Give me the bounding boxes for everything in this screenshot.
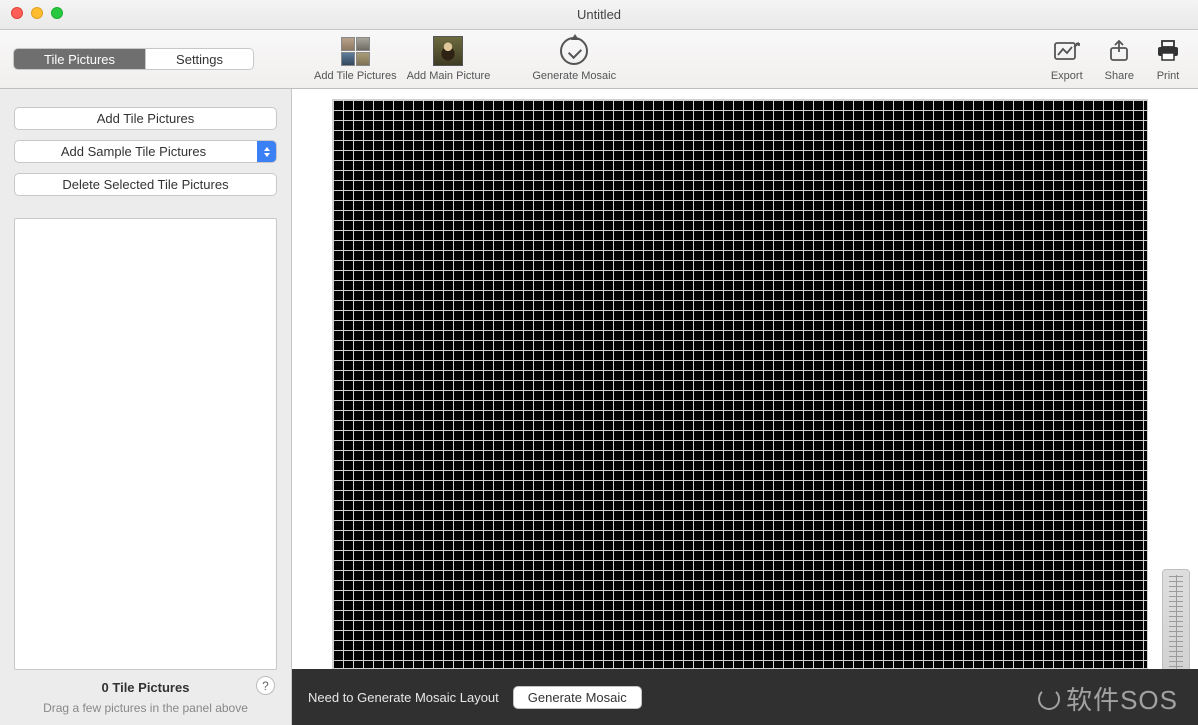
print-button[interactable]: Print bbox=[1156, 36, 1180, 82]
export-icon bbox=[1054, 36, 1080, 66]
generate-icon bbox=[560, 36, 588, 66]
watermark-icon bbox=[1038, 688, 1060, 710]
minimize-window-button[interactable] bbox=[31, 7, 43, 19]
add-main-label: Add Main Picture bbox=[407, 70, 491, 82]
watermark: 软件SOS bbox=[1038, 680, 1178, 717]
sidebar-footer: 0 Tile Pictures Drag a few pictures in t… bbox=[14, 670, 277, 715]
sidebar-add-sample-dropdown[interactable]: Add Sample Tile Pictures bbox=[14, 140, 277, 163]
share-button[interactable]: Share bbox=[1105, 36, 1134, 82]
window-controls bbox=[11, 7, 63, 19]
titlebar: Untitled bbox=[0, 0, 1198, 30]
sidebar-add-tile-button[interactable]: Add Tile Pictures bbox=[14, 107, 277, 130]
export-label: Export bbox=[1051, 70, 1083, 82]
main-area: Add Tile Pictures Add Sample Tile Pictur… bbox=[0, 89, 1198, 725]
bottom-generate-button[interactable]: Generate Mosaic bbox=[513, 686, 642, 709]
toolbar: Tile Pictures Settings Add Tile Pictures… bbox=[0, 30, 1198, 89]
tab-tile-pictures[interactable]: Tile Pictures bbox=[14, 49, 146, 69]
help-button[interactable]: ? bbox=[256, 676, 275, 695]
export-button[interactable]: Export bbox=[1051, 36, 1083, 82]
watermark-text: 软件SOS bbox=[1066, 680, 1178, 717]
sidebar-delete-button[interactable]: Delete Selected Tile Pictures bbox=[14, 173, 277, 196]
tile-thumbs-icon bbox=[341, 36, 370, 66]
add-tile-label: Add Tile Pictures bbox=[314, 70, 397, 82]
canvas-area: Need to Generate Mosaic Layout Generate … bbox=[292, 89, 1198, 725]
printer-icon bbox=[1156, 36, 1180, 66]
generate-label: Generate Mosaic bbox=[532, 70, 616, 82]
add-sample-label: Add Sample Tile Pictures bbox=[61, 144, 206, 159]
dropdown-arrows-icon bbox=[257, 141, 276, 162]
toolbar-right: Export Share Print bbox=[1029, 36, 1180, 82]
share-icon bbox=[1109, 36, 1129, 66]
segmented-control: Tile Pictures Settings bbox=[13, 48, 254, 70]
bottom-bar: Need to Generate Mosaic Layout Generate … bbox=[292, 669, 1198, 725]
mosaic-preview-grid[interactable] bbox=[332, 99, 1148, 669]
tile-count-label: 0 Tile Pictures bbox=[14, 680, 277, 695]
status-message: Need to Generate Mosaic Layout bbox=[308, 690, 499, 705]
drag-hint: Drag a few pictures in the panel above bbox=[14, 701, 277, 715]
sidebar: Add Tile Pictures Add Sample Tile Pictur… bbox=[0, 89, 292, 725]
add-tile-pictures-button[interactable]: Add Tile Pictures bbox=[314, 36, 397, 82]
print-label: Print bbox=[1157, 70, 1180, 82]
share-label: Share bbox=[1105, 70, 1134, 82]
tab-settings[interactable]: Settings bbox=[146, 49, 253, 69]
zoom-window-button[interactable] bbox=[51, 7, 63, 19]
add-main-picture-button[interactable]: Add Main Picture bbox=[407, 36, 491, 82]
window-title: Untitled bbox=[577, 7, 621, 22]
close-window-button[interactable] bbox=[11, 7, 23, 19]
generate-mosaic-button[interactable]: Generate Mosaic bbox=[532, 36, 616, 82]
tile-pictures-panel[interactable] bbox=[14, 218, 277, 670]
main-picture-icon bbox=[433, 36, 463, 66]
